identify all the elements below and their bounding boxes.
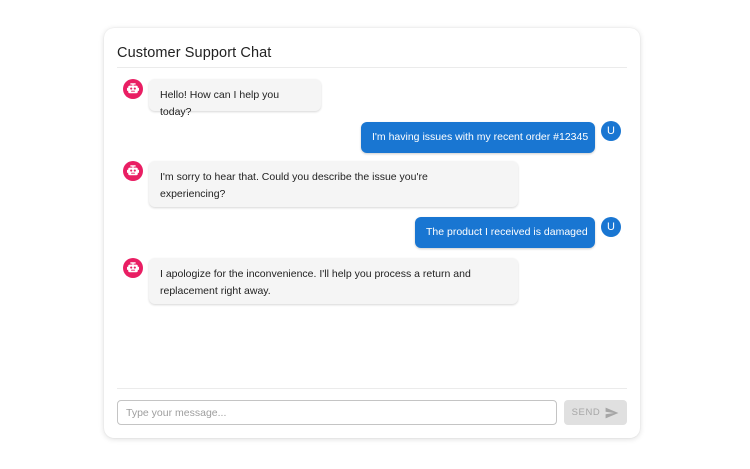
chat-window: Customer Support Chat Hello! How can I h… <box>104 28 640 438</box>
bot-avatar <box>123 161 143 181</box>
robot-icon <box>127 262 139 273</box>
robot-icon <box>127 165 139 176</box>
bot-message: I'm sorry to hear that. Could you descri… <box>149 161 518 207</box>
robot-icon <box>127 83 139 94</box>
user-avatar: U <box>601 217 621 237</box>
bot-avatar <box>123 79 143 99</box>
user-message: I'm having issues with my recent order #… <box>361 122 595 153</box>
send-button[interactable]: SEND <box>564 400 627 425</box>
bot-message: I apologize for the inconvenience. I'll … <box>149 258 518 304</box>
message-input[interactable] <box>117 400 557 425</box>
chat-title: Customer Support Chat <box>117 45 272 61</box>
user-avatar: U <box>601 121 621 141</box>
bot-message: Hello! How can I help you today? <box>149 79 321 118</box>
bot-avatar <box>123 258 143 278</box>
send-icon <box>605 407 619 418</box>
send-button-label: SEND <box>571 407 601 418</box>
input-divider <box>117 388 627 389</box>
message-list[interactable]: Hello! How can I help you today? I'm hav… <box>104 68 640 386</box>
user-message: The product I received is damaged <box>415 217 595 248</box>
